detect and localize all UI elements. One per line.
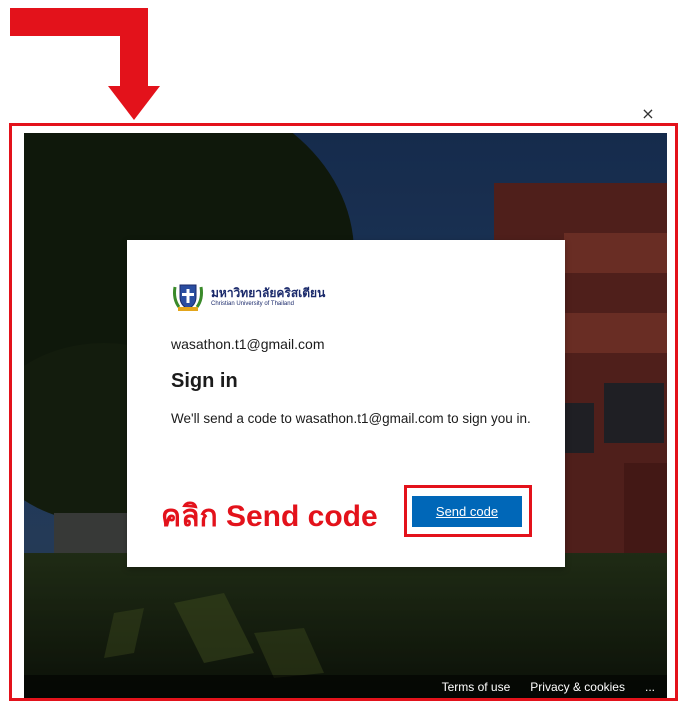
close-icon[interactable]: ×: [640, 106, 656, 122]
annotation-arrow: [10, 8, 160, 120]
annotation-frame: [9, 123, 678, 701]
